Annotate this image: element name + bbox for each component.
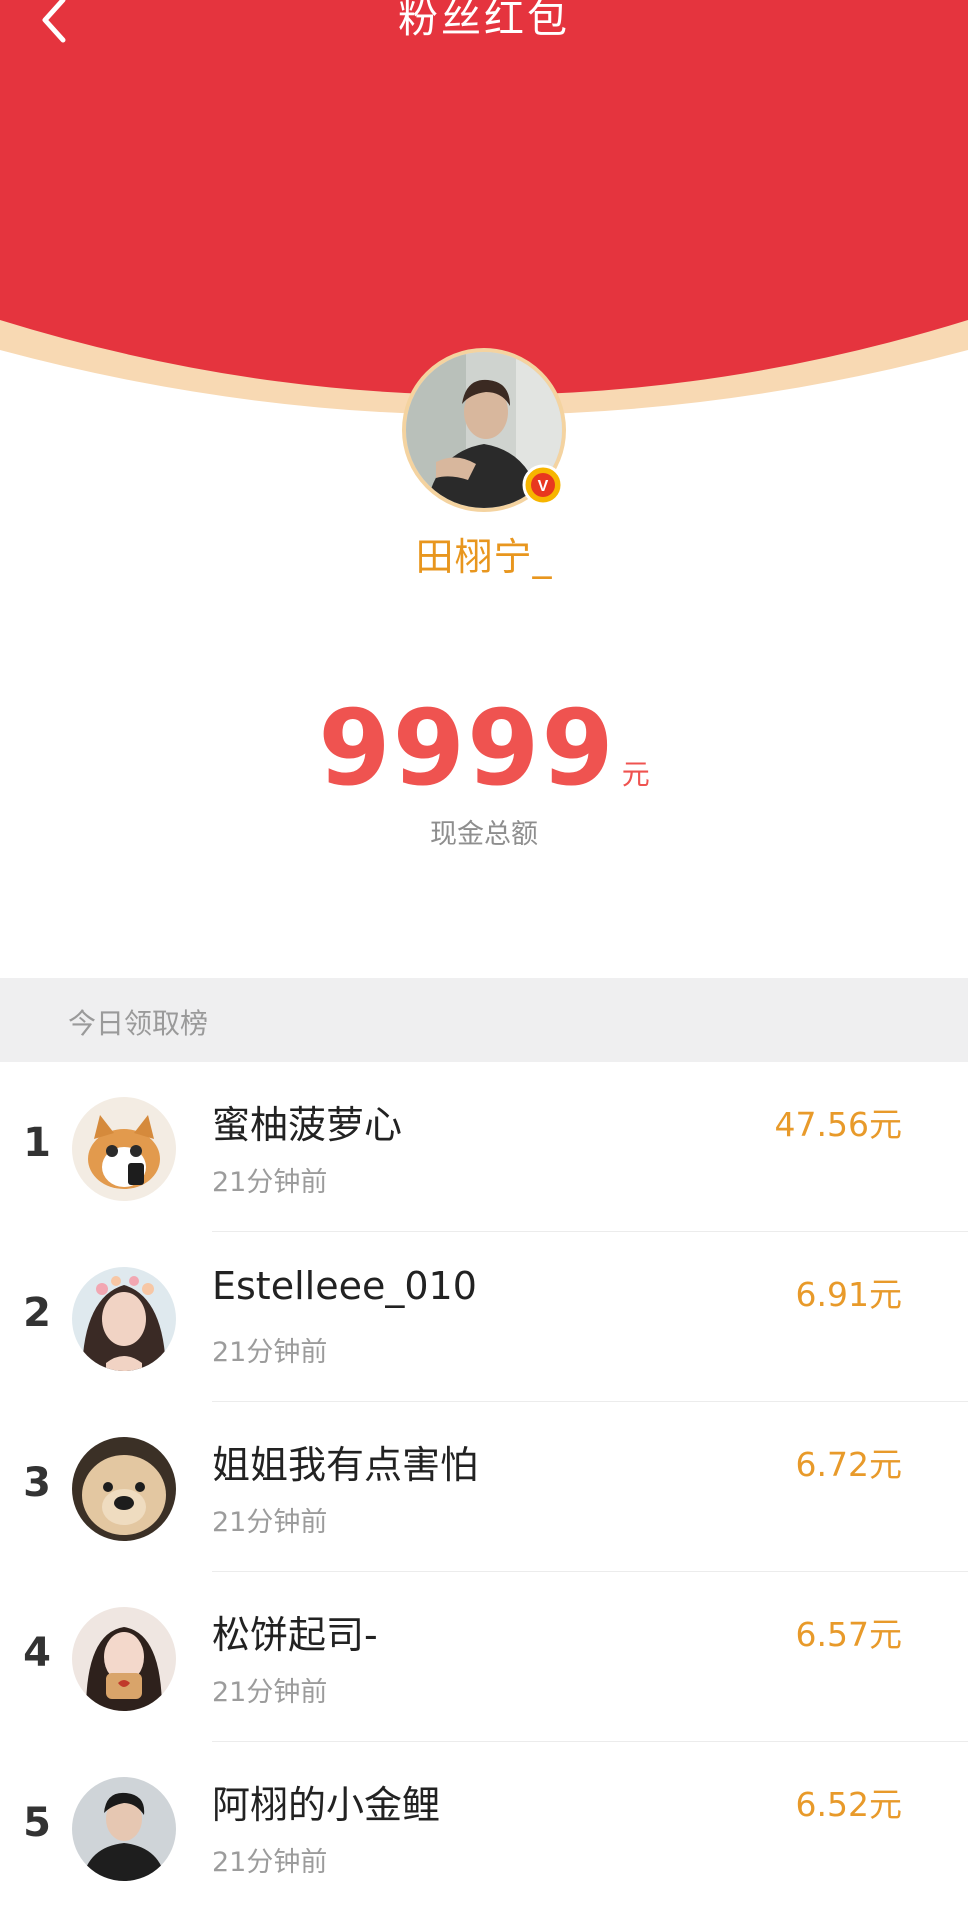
- list-item[interactable]: 3 姐姐我有点害怕 21分钟前 6.72元: [0, 1402, 968, 1572]
- avatar[interactable]: [72, 1777, 176, 1881]
- man-portrait-avatar-icon: [72, 1777, 176, 1881]
- user-name: 阿栩的小金鲤: [212, 1783, 441, 1827]
- total-label: 现金总额: [430, 819, 538, 850]
- cat-avatar-icon: [72, 1097, 176, 1201]
- rank-number: 4: [23, 1630, 51, 1676]
- list-item[interactable]: 1 蜜柚菠萝心 21分钟前 47.56元: [0, 1062, 968, 1232]
- claim-amount: 47.56元: [774, 1105, 902, 1144]
- list-item[interactable]: 2 Estelleee_010 21分钟前 6.91元: [0, 1232, 968, 1402]
- page-title: 粉丝红包: [398, 0, 570, 42]
- total-unit: 元: [621, 758, 650, 791]
- list-item[interactable]: 4 松饼起司- 21分钟前 6.57元: [0, 1572, 968, 1742]
- avatar[interactable]: [72, 1437, 176, 1541]
- user-name: 姐姐我有点害怕: [212, 1443, 479, 1487]
- user-name: Estelleee_010: [212, 1264, 477, 1308]
- total-amount: 9999: [318, 687, 616, 809]
- avatar[interactable]: [72, 1607, 176, 1711]
- verified-badge-icon: V: [522, 464, 564, 506]
- creator-avatar[interactable]: V: [402, 348, 566, 512]
- ranking-section-header: 今日领取榜: [0, 978, 968, 1062]
- rank-number: 5: [23, 1800, 51, 1846]
- girl-with-cookie-avatar-icon: [72, 1607, 176, 1711]
- claim-time: 21分钟前: [212, 1167, 328, 1198]
- claim-amount: 6.52元: [795, 1785, 902, 1824]
- user-name: 松饼起司-: [212, 1613, 378, 1657]
- ranking-title: 今日领取榜: [68, 1007, 209, 1040]
- claim-time: 21分钟前: [212, 1507, 328, 1538]
- total-amount-block: 9999 元: [0, 696, 968, 800]
- svg-text:V: V: [538, 478, 549, 495]
- girl-portrait-avatar-icon: [72, 1267, 176, 1371]
- creator-username[interactable]: 田栩宁_: [0, 526, 968, 581]
- rank-number: 2: [23, 1290, 51, 1336]
- claim-amount: 6.57元: [795, 1615, 902, 1654]
- claim-time: 21分钟前: [212, 1337, 328, 1368]
- avatar[interactable]: [72, 1097, 176, 1201]
- claim-amount: 6.91元: [795, 1275, 902, 1314]
- rank-number: 3: [23, 1460, 51, 1506]
- avatar[interactable]: [72, 1267, 176, 1371]
- rank-number: 1: [23, 1120, 51, 1166]
- claim-time: 21分钟前: [212, 1847, 328, 1878]
- user-name: 蜜柚菠萝心: [212, 1103, 403, 1147]
- claim-amount: 6.72元: [795, 1445, 902, 1484]
- puppy-avatar-icon: [72, 1437, 176, 1541]
- list-item[interactable]: 5 阿栩的小金鲤 21分钟前 6.52元: [0, 1742, 968, 1912]
- claim-time: 21分钟前: [212, 1677, 328, 1708]
